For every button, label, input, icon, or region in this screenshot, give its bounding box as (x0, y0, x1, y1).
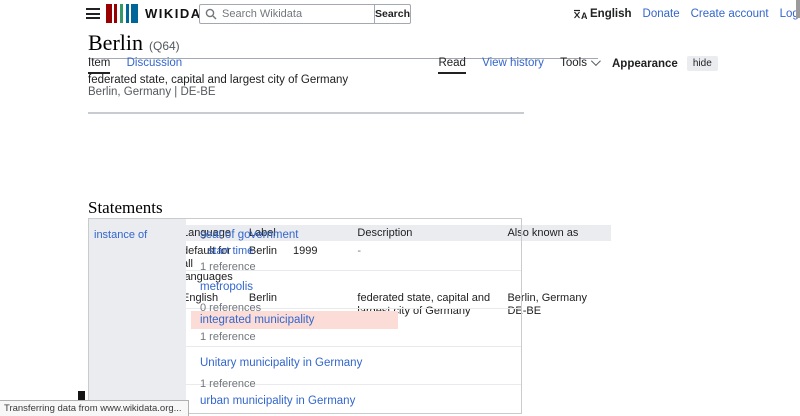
search-button[interactable]: Search (374, 4, 411, 24)
chevron-down-icon (591, 56, 601, 66)
claim-integrated-municipality-highlighted: integrated municipality 1 reference (186, 309, 521, 347)
top-header: WIKIDATA Search A English Donat (0, 0, 800, 28)
tab-discussion[interactable]: Discussion (127, 57, 183, 72)
claim-value-link[interactable]: seat of government (200, 229, 298, 241)
user-links: A English Donate Create account Log in (573, 8, 800, 20)
highlight-bar: integrated municipality (191, 311, 398, 329)
references-toggle[interactable]: 1 reference (200, 332, 521, 343)
tab-read[interactable]: Read (438, 57, 466, 74)
qualifier-value: 1999 (293, 246, 317, 257)
alias-line: DE-BE (507, 305, 606, 318)
alias-line: Berlin, Germany (507, 292, 606, 305)
entity-description: federated state, capital and largest cit… (88, 74, 348, 86)
qualifier-property-link[interactable]: start time (208, 246, 293, 257)
language-selector[interactable]: A English (573, 8, 632, 20)
entity-id: (Q64) (149, 39, 180, 53)
entity-aliases: Berlin, Germany | DE-BE (88, 86, 216, 98)
statements-heading: Statements (88, 198, 163, 218)
hamburger-menu-icon[interactable] (86, 8, 100, 19)
search-icon (205, 8, 217, 20)
claim-value-link[interactable]: integrated municipality (200, 314, 314, 326)
language-label: English (590, 8, 632, 20)
property-cell: instance of (89, 219, 186, 413)
claim-seat-of-government: seat of government start time 1999 1 ref… (186, 219, 521, 271)
scrollbar-thumb[interactable] (796, 0, 800, 18)
appearance-hide-button[interactable]: hide (687, 56, 718, 71)
appearance-panel: Appearance hide (612, 56, 718, 71)
statement-group: instance of seat of government start tim… (88, 218, 522, 414)
claim-unitary-municipality: Unitary municipality in Germany 1 refere… (186, 347, 521, 385)
wikidata-page: WIKIDATA Search A English Donat (0, 0, 800, 414)
donate-link[interactable]: Donate (643, 8, 680, 20)
language-icon: A (573, 9, 587, 20)
wikidata-barcode-icon (106, 4, 138, 23)
create-account-link[interactable]: Create account (691, 8, 769, 20)
claim-metropolis: metropolis 0 references (186, 271, 521, 309)
tab-view-history[interactable]: View history (482, 57, 544, 72)
svg-text:A: A (581, 11, 587, 20)
page-title: Berlin (88, 30, 143, 55)
qualifier-row: start time 1999 (208, 246, 521, 257)
tab-item[interactable]: Item (88, 57, 110, 74)
tab-tools[interactable]: Tools (560, 57, 598, 72)
claim-value-link[interactable]: urban municipality in Germany (200, 395, 355, 407)
search-input[interactable] (199, 4, 375, 24)
terms-table: Language Label Description Also known as… (88, 112, 524, 114)
tab-bar: Item Discussion Read View history Tools (88, 57, 598, 71)
property-link-instance-of[interactable]: instance of (94, 229, 147, 241)
claims-list: seat of government start time 1999 1 ref… (186, 219, 521, 414)
claim-value-link[interactable]: Unitary municipality in Germany (200, 357, 362, 369)
search-bar: Search (199, 4, 411, 24)
title-bar: Berlin (Q64) (88, 32, 598, 59)
claim-value-link[interactable]: metropolis (200, 281, 253, 293)
appearance-label: Appearance (612, 58, 678, 70)
